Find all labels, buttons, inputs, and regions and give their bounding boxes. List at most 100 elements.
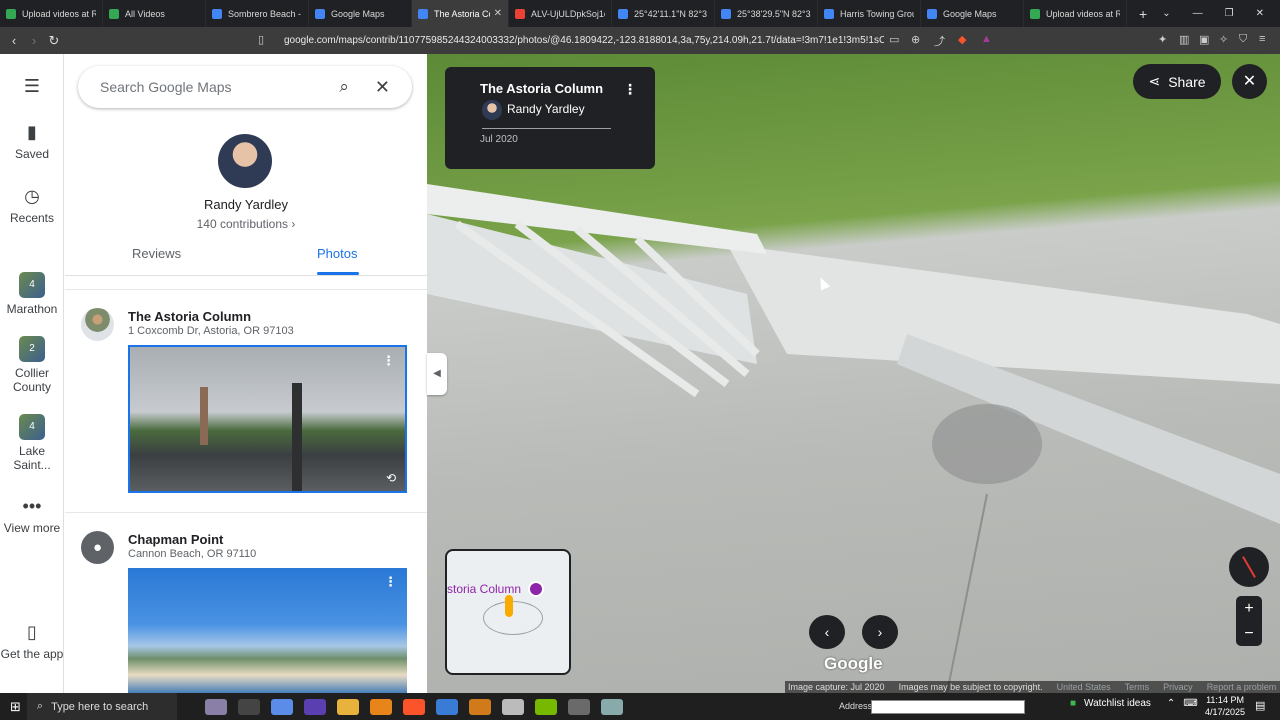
address-toolbar-label: Address — [839, 701, 873, 711]
close-icon[interactable]: ✕ — [375, 77, 390, 98]
recents-button[interactable]: ◷ Recents — [0, 186, 64, 225]
share-button[interactable]: ⋖ Share — [1133, 64, 1221, 99]
browser-tab[interactable]: Upload videos at R — [1024, 0, 1127, 27]
browser-tab-active[interactable]: The Astoria Co ✕ — [412, 0, 509, 27]
taskbar-clock[interactable]: 11:14 PM 4/17/2025 — [1205, 694, 1245, 718]
tab-close-icon[interactable]: ✕ — [494, 8, 502, 19]
task-view-icon[interactable] — [237, 698, 260, 715]
taskbar-search[interactable]: ⌕ Type here to search — [26, 693, 177, 720]
divider — [482, 128, 611, 129]
terms-link[interactable]: Terms — [1125, 682, 1150, 692]
saved-button[interactable]: ▮ Saved — [0, 122, 64, 161]
search-input[interactable]: Search Google Maps — [100, 79, 232, 95]
collapse-panel-button[interactable]: ◀ — [427, 353, 447, 395]
recent-place-marathon[interactable]: 4 Marathon — [0, 272, 64, 316]
taskbar-address-input[interactable] — [871, 700, 1025, 714]
more-options-icon[interactable]: ⋮ — [384, 574, 397, 590]
zoom-in-button[interactable]: + — [1236, 596, 1262, 621]
app-icon[interactable] — [369, 698, 392, 715]
watchlist-widget[interactable]: Watchlist ideas — [1084, 698, 1151, 709]
browser-tab[interactable]: All Videos — [103, 0, 206, 27]
browser-tab[interactable]: Upload videos at R — [0, 0, 103, 27]
restore-icon[interactable]: ❐ — [1225, 8, 1234, 19]
zoom-icon[interactable]: ⊕ — [911, 33, 920, 46]
view-more-button[interactable]: ••• View more — [0, 496, 64, 535]
menu-icon[interactable]: ≡ — [1259, 33, 1265, 45]
place-title[interactable]: Chapman Point — [128, 532, 223, 547]
browser-tab[interactable]: 25°42'11.1"N 82°3 — [612, 0, 715, 27]
keyboard-icon[interactable]: ⌨ — [1183, 698, 1197, 709]
tab-reviews[interactable]: Reviews — [132, 246, 181, 261]
photo-author[interactable]: Randy Yardley — [507, 102, 585, 116]
place-photo[interactable]: ⋮ ⟲ — [128, 345, 407, 493]
country-link[interactable]: United States — [1057, 682, 1111, 692]
place-photo[interactable]: ⋮ — [128, 568, 407, 693]
browser-tab[interactable]: Google Maps — [921, 0, 1024, 27]
tower-shape — [200, 387, 208, 445]
media-player-icon[interactable] — [567, 698, 590, 715]
app-icon[interactable] — [600, 698, 623, 715]
get-app-button[interactable]: ▯ Get the app — [0, 622, 64, 661]
mini-map[interactable]: storia Column — [445, 549, 571, 675]
file-explorer-icon[interactable] — [336, 698, 359, 715]
nvidia-icon[interactable] — [534, 698, 557, 715]
app-icon[interactable] — [435, 698, 458, 715]
back-icon[interactable]: ‹ — [4, 33, 24, 48]
leo-icon[interactable]: ✧ — [1219, 33, 1228, 46]
contributions-link[interactable]: 140 contributions › — [65, 217, 427, 231]
tab-photos[interactable]: Photos — [317, 246, 357, 261]
browser-tab[interactable]: ALV-UjULDpkSoj1c — [509, 0, 612, 27]
windows-start-icon[interactable]: ⊞ — [10, 699, 21, 715]
more-options-icon[interactable]: ⋮ — [623, 81, 637, 98]
browser-tab[interactable]: 25°38'29.5"N 82°3 — [715, 0, 818, 27]
tab-favicon-icon — [109, 8, 119, 19]
more-options-icon[interactable]: ⋮ — [382, 353, 395, 369]
wallet-icon[interactable]: ▣ — [1199, 33, 1209, 46]
search-icon[interactable]: ⌕ — [339, 77, 349, 97]
browser-tab[interactable]: Google Maps — [309, 0, 412, 27]
place-address: 1 Coxcomb Dr, Astoria, OR 97103 — [128, 325, 294, 337]
vpn-icon[interactable]: ⛉ — [1239, 33, 1247, 46]
avatar — [218, 134, 272, 188]
window-close-icon[interactable]: ✕ — [1256, 8, 1264, 19]
report-problem-link[interactable]: Report a problem — [1207, 682, 1277, 692]
browser-tab[interactable]: Sombrero Beach - C — [206, 0, 309, 27]
search-box[interactable]: Search Google Maps ⌕ ✕ — [78, 66, 412, 108]
browser-tab[interactable]: Harris Towing Grou — [818, 0, 921, 27]
compass-button[interactable] — [1229, 547, 1269, 587]
recent-place-collier-county[interactable]: 2 Collier County — [0, 336, 64, 394]
brave-rewards-icon[interactable]: ▲ — [981, 33, 992, 45]
url-field[interactable]: google.com/maps/contrib/1107759852443240… — [284, 32, 884, 49]
tab-list-icon[interactable]: ⌄ — [1162, 8, 1170, 19]
copilot-icon[interactable] — [270, 698, 293, 715]
menu-button[interactable]: ☰ — [0, 76, 64, 101]
reload-icon[interactable]: ↻ — [44, 33, 64, 49]
close-viewer-button[interactable]: ✕ — [1232, 64, 1267, 99]
next-photo-button[interactable]: › — [862, 615, 898, 649]
place-title[interactable]: The Astoria Column — [128, 309, 251, 324]
brave-browser-icon[interactable] — [402, 698, 425, 715]
bookmark-page-icon[interactable]: ▯ — [258, 33, 264, 46]
panorama-icon: ⟲ — [385, 471, 396, 485]
screen-icon[interactable]: ▭ — [889, 33, 899, 46]
app-icon[interactable] — [501, 698, 524, 715]
notifications-icon[interactable]: ▤ — [1255, 699, 1265, 712]
new-tab-icon[interactable]: + — [1139, 6, 1147, 22]
cortana-icon[interactable] — [204, 698, 227, 715]
app-icon[interactable] — [303, 698, 326, 715]
previous-photo-button[interactable]: ‹ — [809, 615, 845, 649]
sidebar-icon[interactable]: ▥ — [1179, 33, 1189, 46]
photo-title[interactable]: The Astoria Column — [480, 81, 603, 96]
extensions-icon[interactable]: ✦ — [1158, 33, 1167, 46]
privacy-link[interactable]: Privacy — [1163, 682, 1193, 692]
maps-favicon-icon — [721, 8, 731, 19]
chevron-up-icon[interactable]: ⌃ — [1167, 698, 1175, 709]
app-icon[interactable] — [468, 698, 491, 715]
share-page-icon[interactable]: ⤴ — [934, 33, 945, 49]
brave-shield-icon[interactable]: ◆ — [958, 33, 966, 46]
location-pin-icon: ● — [81, 531, 114, 564]
zoom-out-button[interactable]: − — [1236, 621, 1262, 646]
minimize-icon[interactable]: — — [1193, 8, 1203, 19]
recent-place-lake-saint[interactable]: 4 Lake Saint... — [0, 414, 64, 472]
forward-icon[interactable]: › — [24, 33, 44, 48]
